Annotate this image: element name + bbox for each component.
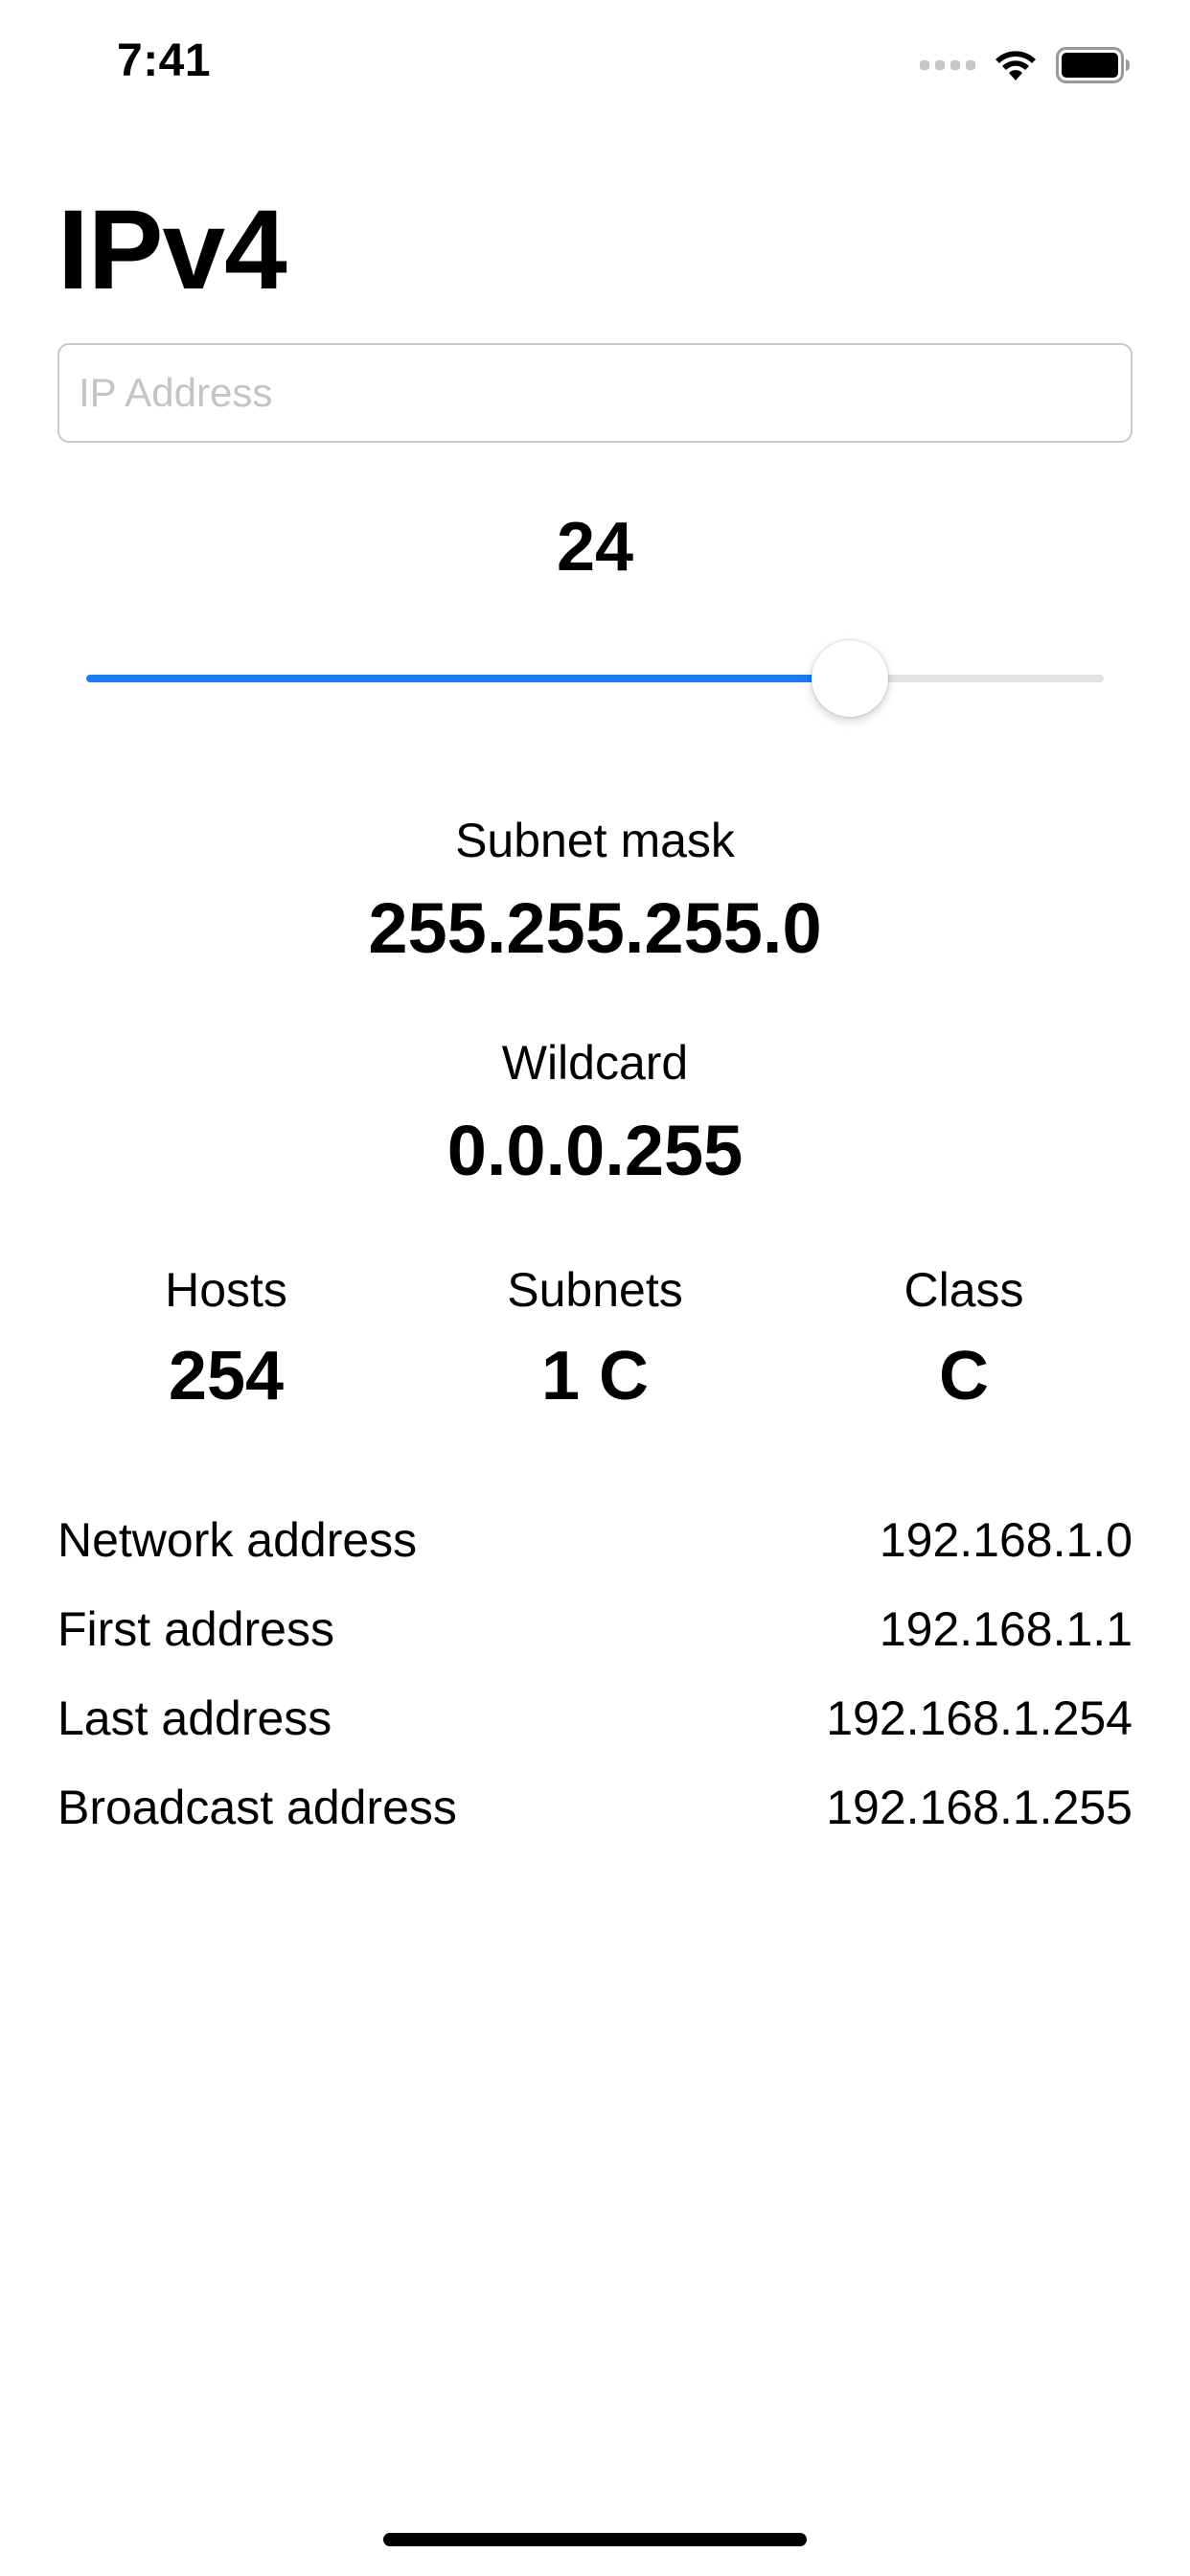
address-value: 192.168.1.0 — [879, 1512, 1133, 1567]
address-value: 192.168.1.1 — [879, 1601, 1133, 1656]
hosts-stat: Hosts 254 — [34, 1261, 418, 1416]
address-row-first: First address 192.168.1.1 — [57, 1584, 1133, 1673]
slider-thumb[interactable] — [811, 640, 888, 717]
class-value: C — [939, 1338, 989, 1414]
app-screen: 7:41 IPv4 24 Subnet mask 255.2 — [0, 0, 1190, 2576]
signal-icon — [920, 60, 975, 70]
address-row-broadcast: Broadcast address 192.168.1.255 — [57, 1762, 1133, 1852]
prefix-length-value: 24 — [556, 509, 634, 586]
subnets-stat: Subnets 1 C — [403, 1261, 787, 1416]
class-stat: Class C — [772, 1261, 1156, 1416]
address-value: 192.168.1.255 — [826, 1780, 1133, 1834]
status-icons — [920, 44, 1131, 86]
home-indicator[interactable] — [383, 2533, 807, 2546]
address-list: Network address 192.168.1.0 First addres… — [57, 1495, 1133, 1852]
address-row-network: Network address 192.168.1.0 — [57, 1495, 1133, 1584]
status-time: 7:41 — [117, 35, 212, 86]
hosts-label: Hosts — [165, 1263, 287, 1317]
battery-icon — [1056, 47, 1130, 83]
ip-address-input[interactable] — [57, 343, 1133, 443]
address-label: First address — [57, 1601, 334, 1656]
wildcard-label: Wildcard — [501, 1036, 689, 1090]
address-label: Last address — [57, 1690, 332, 1745]
page-title: IPv4 — [57, 187, 287, 313]
subnets-value: 1 C — [540, 1338, 650, 1414]
hosts-value: 254 — [168, 1338, 285, 1414]
wildcard-value: 0.0.0.255 — [446, 1111, 744, 1190]
subnet-mask-label: Subnet mask — [455, 814, 735, 867]
address-value: 192.168.1.254 — [826, 1690, 1133, 1745]
subnet-mask-value: 255.255.255.0 — [368, 888, 822, 968]
slider-fill — [86, 675, 850, 682]
subnets-label: Subnets — [507, 1263, 683, 1317]
class-label: Class — [904, 1263, 1024, 1317]
address-row-last: Last address 192.168.1.254 — [57, 1673, 1133, 1762]
status-bar: 7:41 — [0, 0, 1190, 126]
prefix-slider[interactable] — [86, 638, 1104, 717]
address-label: Broadcast address — [57, 1780, 457, 1834]
wifi-icon — [995, 51, 1036, 80]
address-label: Network address — [57, 1512, 418, 1567]
